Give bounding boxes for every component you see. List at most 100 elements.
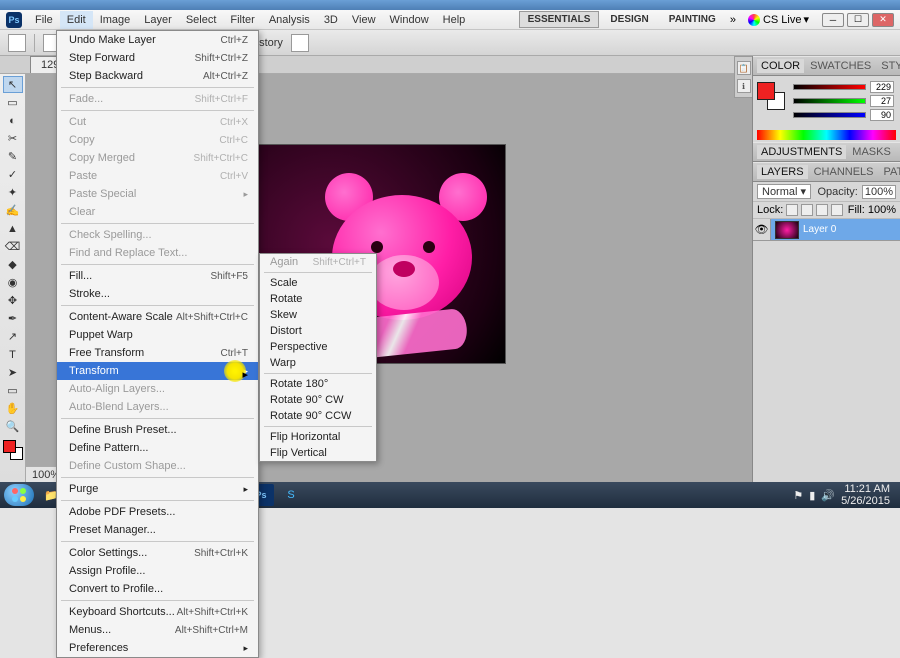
tool-15[interactable]: T xyxy=(3,346,23,363)
panel-tab-channels[interactable]: CHANNELS xyxy=(810,165,878,179)
lock-all-icon[interactable] xyxy=(831,204,843,216)
menu-help[interactable]: Help xyxy=(436,11,473,29)
layer-name[interactable]: Layer 0 xyxy=(803,224,836,235)
skype-icon[interactable]: S xyxy=(278,484,304,506)
g-slider[interactable] xyxy=(793,98,866,104)
tool-5[interactable]: ✓ xyxy=(3,166,23,183)
tool-3[interactable]: ✂ xyxy=(3,130,23,147)
r-slider[interactable] xyxy=(793,84,866,90)
panel-tab-styles[interactable]: STYLES xyxy=(877,59,900,73)
menu-file[interactable]: File xyxy=(28,11,60,29)
start-button[interactable] xyxy=(4,484,34,506)
menu-item-convert-to-profile[interactable]: Convert to Profile... xyxy=(57,580,258,598)
tool-10[interactable]: ◆ xyxy=(3,256,23,273)
panel-tab-adjustments[interactable]: ADJUSTMENTS xyxy=(757,145,846,159)
tool-14[interactable]: ↗ xyxy=(3,328,23,345)
menu-item-fill[interactable]: Fill...Shift+F5 xyxy=(57,267,258,285)
menu-item-color-settings[interactable]: Color Settings...Shift+Ctrl+K xyxy=(57,544,258,562)
close-button[interactable]: ✕ xyxy=(872,13,894,27)
color-ramp[interactable] xyxy=(757,130,896,140)
menu-item-free-transform[interactable]: Free TransformCtrl+T xyxy=(57,344,258,362)
menu-item-preset-manager[interactable]: Preset Manager... xyxy=(57,521,258,539)
menu-analysis[interactable]: Analysis xyxy=(262,11,317,29)
menu-item-purge[interactable]: Purge▸ xyxy=(57,480,258,498)
b-value[interactable]: 90 xyxy=(870,109,894,121)
submenu-item-perspective[interactable]: Perspective xyxy=(260,339,376,355)
color-swatch[interactable] xyxy=(3,440,23,460)
panel-tab-color[interactable]: COLOR xyxy=(757,59,804,73)
history-panel-icon[interactable]: 📋 xyxy=(737,61,751,75)
tool-19[interactable]: 🔍 xyxy=(3,418,23,435)
menu-item-undo-make-layer[interactable]: Undo Make LayerCtrl+Z xyxy=(57,31,258,49)
menu-window[interactable]: Window xyxy=(383,11,436,29)
tray-network-icon[interactable]: ▮ xyxy=(809,489,815,502)
panel-tab-paths[interactable]: PATHS xyxy=(880,165,900,179)
submenu-item-rotate[interactable]: Rotate xyxy=(260,291,376,307)
submenu-item-flip-horizontal[interactable]: Flip Horizontal xyxy=(260,429,376,445)
submenu-item-rotate-90-ccw[interactable]: Rotate 90° CCW xyxy=(260,408,376,424)
layer-thumbnail[interactable] xyxy=(775,221,799,239)
tool-13[interactable]: ✒ xyxy=(3,310,23,327)
opacity-value[interactable]: 100% xyxy=(862,185,896,199)
menu-view[interactable]: View xyxy=(345,11,383,29)
workspace-tab-painting[interactable]: PAINTING xyxy=(660,11,725,28)
tablet-icon[interactable] xyxy=(291,34,309,52)
tool-8[interactable]: ▲ xyxy=(3,220,23,237)
tool-17[interactable]: ▭ xyxy=(3,382,23,399)
tool-18[interactable]: ✋ xyxy=(3,400,23,417)
menu-item-define-pattern[interactable]: Define Pattern... xyxy=(57,439,258,457)
menu-filter[interactable]: Filter xyxy=(223,11,261,29)
menu-select[interactable]: Select xyxy=(179,11,224,29)
tool-preset-icon[interactable] xyxy=(8,34,26,52)
menu-item-content-aware-scale[interactable]: Content-Aware ScaleAlt+Shift+Ctrl+C xyxy=(57,308,258,326)
menu-item-adobe-pdf-presets[interactable]: Adobe PDF Presets... xyxy=(57,503,258,521)
layer-row[interactable]: 👁 Layer 0 xyxy=(753,219,900,241)
tool-12[interactable]: ✥ xyxy=(3,292,23,309)
menu-item-assign-profile[interactable]: Assign Profile... xyxy=(57,562,258,580)
maximize-button[interactable]: ☐ xyxy=(847,13,869,27)
lock-transparent-icon[interactable] xyxy=(786,204,798,216)
tray-volume-icon[interactable]: 🔊 xyxy=(821,489,835,502)
tool-9[interactable]: ⌫ xyxy=(3,238,23,255)
fill-value[interactable]: 100% xyxy=(868,204,896,216)
menu-item-keyboard-shortcuts[interactable]: Keyboard Shortcuts...Alt+Shift+Ctrl+K xyxy=(57,603,258,621)
menu-item-step-forward[interactable]: Step ForwardShift+Ctrl+Z xyxy=(57,49,258,67)
workspace-tab-essentials[interactable]: ESSENTIALS xyxy=(519,11,600,28)
menu-item-preferences[interactable]: Preferences▸ xyxy=(57,639,258,657)
tool-6[interactable]: ✦ xyxy=(3,184,23,201)
blend-mode-dropdown[interactable]: Normal ▾ xyxy=(757,184,811,199)
visibility-toggle[interactable]: 👁 xyxy=(753,219,771,240)
minimize-button[interactable]: ─ xyxy=(822,13,844,27)
menu-item-stroke[interactable]: Stroke... xyxy=(57,285,258,303)
submenu-item-skew[interactable]: Skew xyxy=(260,307,376,323)
tool-7[interactable]: ✍ xyxy=(3,202,23,219)
panel-tab-swatches[interactable]: SWATCHES xyxy=(806,59,875,73)
submenu-item-rotate-90-cw[interactable]: Rotate 90° CW xyxy=(260,392,376,408)
submenu-item-scale[interactable]: Scale xyxy=(260,275,376,291)
panel-tab-layers[interactable]: LAYERS xyxy=(757,165,808,179)
tray-flag-icon[interactable]: ⚑ xyxy=(793,489,803,502)
menu-item-puppet-warp[interactable]: Puppet Warp xyxy=(57,326,258,344)
b-slider[interactable] xyxy=(793,112,866,118)
submenu-item-distort[interactable]: Distort xyxy=(260,323,376,339)
menu-item-menus[interactable]: Menus...Alt+Shift+Ctrl+M xyxy=(57,621,258,639)
menu-image[interactable]: Image xyxy=(93,11,138,29)
tool-4[interactable]: ✎ xyxy=(3,148,23,165)
menu-3d[interactable]: 3D xyxy=(317,11,345,29)
tool-1[interactable]: ▭ xyxy=(3,94,23,111)
tool-11[interactable]: ◉ xyxy=(3,274,23,291)
clock-date[interactable]: 5/26/2015 xyxy=(841,495,890,507)
menu-item-transform[interactable]: Transform▸▸ xyxy=(57,362,258,380)
menu-layer[interactable]: Layer xyxy=(137,11,179,29)
tool-0[interactable]: ↖ xyxy=(3,76,23,93)
r-value[interactable]: 229 xyxy=(870,81,894,93)
lock-pixels-icon[interactable] xyxy=(801,204,813,216)
workspace-tab-design[interactable]: DESIGN xyxy=(601,11,657,28)
tool-2[interactable]: ◐ xyxy=(3,112,23,129)
cs-live-button[interactable]: CS Live▾ xyxy=(748,13,809,26)
submenu-item-warp[interactable]: Warp xyxy=(260,355,376,371)
lock-position-icon[interactable] xyxy=(816,204,828,216)
menu-edit[interactable]: Edit xyxy=(60,11,93,29)
menu-item-step-backward[interactable]: Step BackwardAlt+Ctrl+Z xyxy=(57,67,258,85)
clock-time[interactable]: 11:21 AM xyxy=(841,483,890,495)
